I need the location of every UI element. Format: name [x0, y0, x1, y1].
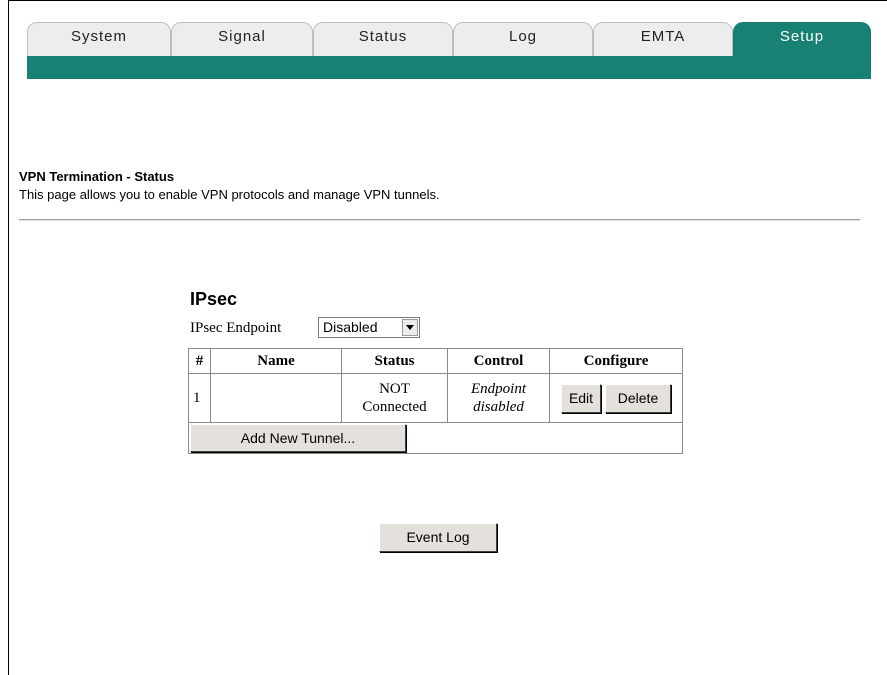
page-title: VPN Termination - Status: [19, 169, 175, 184]
delete-button[interactable]: Delete: [605, 383, 671, 413]
header-configure: Configure: [549, 348, 683, 374]
edit-button[interactable]: Edit: [561, 383, 601, 413]
add-new-tunnel-button[interactable]: Add New Tunnel...: [190, 424, 406, 452]
header-name: Name: [210, 348, 342, 374]
ipsec-endpoint-value: Disabled: [323, 319, 378, 335]
ipsec-heading: IPsec: [190, 289, 238, 309]
page-description: This page allows you to enable VPN proto…: [19, 187, 440, 202]
tab-underline-bar: [27, 56, 871, 79]
status-line-1: NOT: [379, 381, 410, 397]
tunnel-table: # Name Status Control Configure 1 NOT Co…: [188, 348, 683, 454]
table-row: 1 NOT Connected Endpoint disabled Edit De…: [188, 373, 683, 423]
add-tunnel-row: Add New Tunnel...: [188, 422, 683, 454]
event-log-button[interactable]: Event Log: [379, 523, 497, 552]
cell-num: 1: [188, 373, 211, 423]
tab-system[interactable]: System: [27, 22, 171, 56]
tab-emta[interactable]: EMTA: [593, 22, 733, 56]
tab-status[interactable]: Status: [313, 22, 453, 56]
tab-log[interactable]: Log: [453, 22, 593, 56]
cell-configure: Edit Delete: [549, 373, 683, 423]
table-header-row: # Name Status Control Configure: [188, 348, 683, 374]
tab-setup[interactable]: Setup: [733, 22, 871, 56]
page-frame: [8, 0, 887, 675]
header-num: #: [188, 348, 211, 374]
status-line-2: Connected: [362, 399, 427, 415]
control-line-1: Endpoint: [471, 381, 526, 397]
cell-status: NOT Connected: [341, 373, 448, 423]
control-line-2: disabled: [473, 399, 524, 415]
divider: [19, 219, 860, 221]
add-tunnel-cell: Add New Tunnel...: [188, 422, 683, 454]
tab-signal[interactable]: Signal: [171, 22, 313, 56]
cell-name: [210, 373, 342, 423]
header-control: Control: [447, 348, 550, 374]
ipsec-endpoint-label: IPsec Endpoint: [190, 320, 282, 336]
header-status: Status: [341, 348, 448, 374]
ipsec-endpoint-select[interactable]: Disabled: [318, 317, 420, 338]
cell-control: Endpoint disabled: [447, 373, 550, 423]
chevron-down-icon[interactable]: [402, 319, 418, 336]
